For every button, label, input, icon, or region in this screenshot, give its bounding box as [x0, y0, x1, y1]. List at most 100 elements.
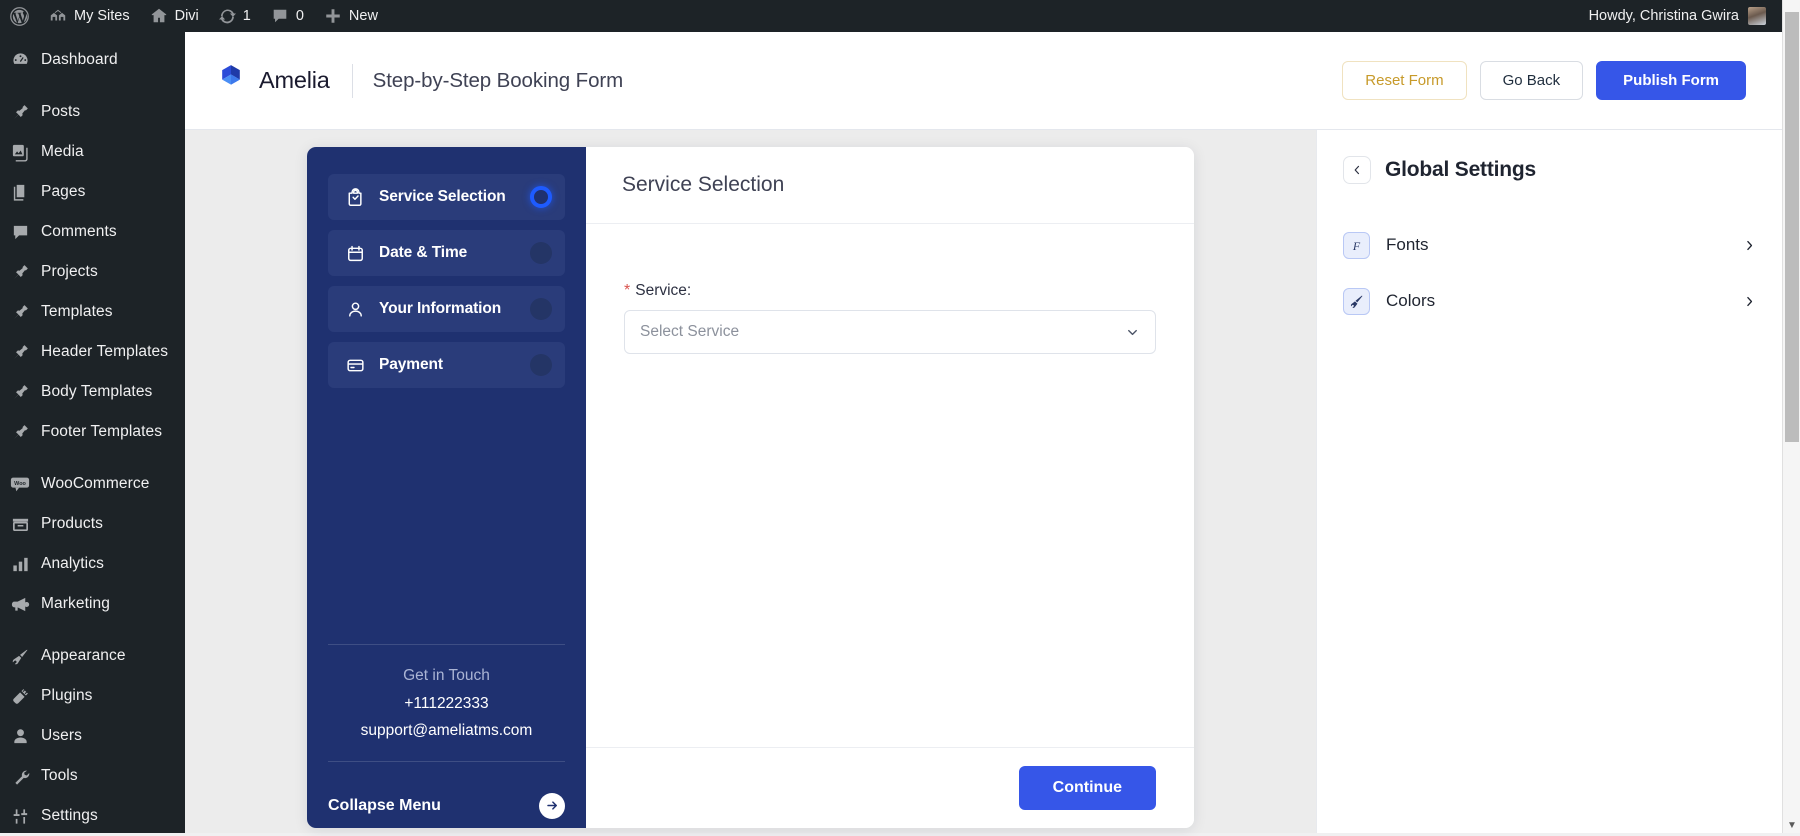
sidebar-item-label: Projects: [41, 263, 98, 280]
global-settings-header: Global Settings: [1343, 156, 1756, 184]
sidebar-item-body-templates[interactable]: Body Templates: [0, 372, 185, 412]
adminbar-item-label: My Sites: [74, 8, 130, 24]
step-indicator-active: [530, 186, 552, 208]
service-select[interactable]: Select Service: [624, 310, 1156, 354]
sidebar-item-woocommerce[interactable]: Woo WooCommerce: [0, 464, 185, 504]
sidebar-item-products[interactable]: Products: [0, 504, 185, 544]
collapse-menu-label: Collapse Menu: [328, 796, 441, 814]
users-icon: [9, 725, 31, 747]
appearance-icon: [9, 645, 31, 667]
adminbar-item-label: New: [348, 8, 378, 24]
sidebar-item-label: Pages: [41, 183, 86, 200]
credit-card-icon: [345, 355, 366, 376]
step-indicator: [530, 354, 552, 376]
step-label: Date & Time: [379, 244, 468, 261]
settings-icon: [9, 805, 31, 827]
service-field-label: * Service:: [624, 282, 1156, 300]
collapse-menu-button[interactable]: Collapse Menu: [307, 762, 586, 828]
form-panel-content: * Service: Select Service: [586, 224, 1194, 747]
page-scrollbar[interactable]: ▼: [1782, 0, 1800, 833]
sidebar-item-label: Header Templates: [41, 343, 169, 360]
plugins-icon: [9, 685, 31, 707]
global-settings-pane: Global Settings F Fonts Colors: [1316, 130, 1782, 833]
sidebar-separator: [0, 624, 185, 636]
service-label-text: Service:: [635, 282, 692, 299]
scrollbar-thumb[interactable]: [1785, 12, 1799, 442]
continue-button[interactable]: Continue: [1018, 766, 1156, 810]
sidebar-item-pages[interactable]: Pages: [0, 172, 185, 212]
chevron-right-icon[interactable]: [1743, 239, 1756, 252]
sidebar-item-footer-templates[interactable]: Footer Templates: [0, 412, 185, 452]
body-templates-pin-icon: [9, 381, 31, 403]
sidebar-item-header-templates[interactable]: Header Templates: [0, 332, 185, 372]
step-service-selection[interactable]: Service Selection: [328, 174, 565, 220]
step-your-information[interactable]: Your Information: [328, 286, 565, 332]
sidebar-item-templates[interactable]: Templates: [0, 292, 185, 332]
reset-form-button[interactable]: Reset Form: [1342, 61, 1467, 100]
settings-row-colors[interactable]: Colors: [1343, 280, 1756, 322]
sidebar-item-plugins[interactable]: Plugins: [0, 676, 185, 716]
scrollbar-down-arrow[interactable]: ▼: [1783, 820, 1800, 831]
step-payment[interactable]: Payment: [328, 342, 565, 388]
analytics-icon: [9, 553, 31, 575]
header-actions: Reset Form Go Back Publish Form: [1342, 61, 1746, 100]
adminbar-new[interactable]: New: [314, 0, 388, 32]
home-icon: [150, 7, 168, 25]
sidebar-item-label: Templates: [41, 303, 113, 320]
settings-row-fonts[interactable]: F Fonts: [1343, 224, 1756, 266]
adminbar-wordpress-logo[interactable]: [0, 0, 39, 32]
sidebar-item-label: WooCommerce: [41, 475, 150, 492]
step-indicator: [530, 242, 552, 264]
sidebar-item-appearance[interactable]: Appearance: [0, 636, 185, 676]
sidebar-item-users[interactable]: Users: [0, 716, 185, 756]
adminbar-item-label: Divi: [174, 8, 199, 24]
global-settings-title: Global Settings: [1385, 158, 1537, 181]
sidebar-item-media[interactable]: Media: [0, 132, 185, 172]
sidebar-item-analytics[interactable]: Analytics: [0, 544, 185, 584]
go-back-button[interactable]: Go Back: [1479, 61, 1584, 100]
adminbar-item-label: 0: [295, 8, 304, 24]
sidebar-item-posts[interactable]: Posts: [0, 92, 185, 132]
publish-form-button[interactable]: Publish Form: [1596, 61, 1746, 100]
get-in-touch-block: Get in Touch +111222333 support@ameliatm…: [307, 645, 586, 761]
adminbar-updates[interactable]: 1: [209, 0, 261, 32]
get-in-touch-phone[interactable]: +111222333: [317, 695, 576, 713]
amelia-header: Amelia Step-by-Step Booking Form Reset F…: [185, 32, 1782, 130]
sidebar-separator: [0, 80, 185, 92]
adminbar-my-sites[interactable]: My Sites: [39, 0, 140, 32]
updates-icon: [218, 8, 236, 25]
calendar-icon: [345, 243, 366, 264]
pages-icon: [9, 181, 31, 203]
sidebar-item-dashboard[interactable]: Dashboard: [0, 40, 185, 80]
service-select-placeholder: Select Service: [640, 323, 740, 340]
sidebar-item-tools[interactable]: Tools: [0, 756, 185, 796]
sidebar-item-comments[interactable]: Comments: [0, 212, 185, 252]
chevron-right-icon[interactable]: [1743, 295, 1756, 308]
amelia-brand: Amelia: [216, 63, 330, 98]
sidebar-item-label: Marketing: [41, 595, 110, 612]
howdy-label: Howdy, Christina Gwira: [1588, 8, 1739, 24]
settings-row-label: Fonts: [1386, 235, 1429, 254]
arrow-right-circle-icon: [539, 792, 565, 819]
tools-icon: [9, 765, 31, 787]
adminbar-site-divi[interactable]: Divi: [140, 0, 209, 32]
adminbar-comments[interactable]: 0: [261, 0, 314, 32]
step-label: Payment: [379, 356, 443, 373]
sidebar-item-label: Body Templates: [41, 383, 153, 400]
sidebar-item-projects[interactable]: Projects: [0, 252, 185, 292]
sidebar-item-label: Tools: [41, 767, 78, 784]
plus-icon: [324, 7, 342, 25]
get-in-touch-email[interactable]: support@ameliatms.com: [317, 722, 576, 740]
sidebar-item-settings[interactable]: Settings: [0, 796, 185, 836]
amelia-brand-name: Amelia: [259, 67, 330, 93]
posts-pin-icon: [9, 101, 31, 123]
chevron-left-icon[interactable]: [1343, 156, 1371, 184]
sidebar-item-label: Media: [41, 143, 84, 160]
dashboard-icon: [9, 49, 31, 71]
page-title: Step-by-Step Booking Form: [372, 68, 624, 92]
amelia-app: Amelia Step-by-Step Booking Form Reset F…: [185, 32, 1782, 833]
sidebar-item-marketing[interactable]: Marketing: [0, 584, 185, 624]
step-date-time[interactable]: Date & Time: [328, 230, 565, 276]
adminbar-howdy[interactable]: Howdy, Christina Gwira: [1589, 7, 1782, 25]
chevron-down-icon[interactable]: [1125, 325, 1140, 340]
